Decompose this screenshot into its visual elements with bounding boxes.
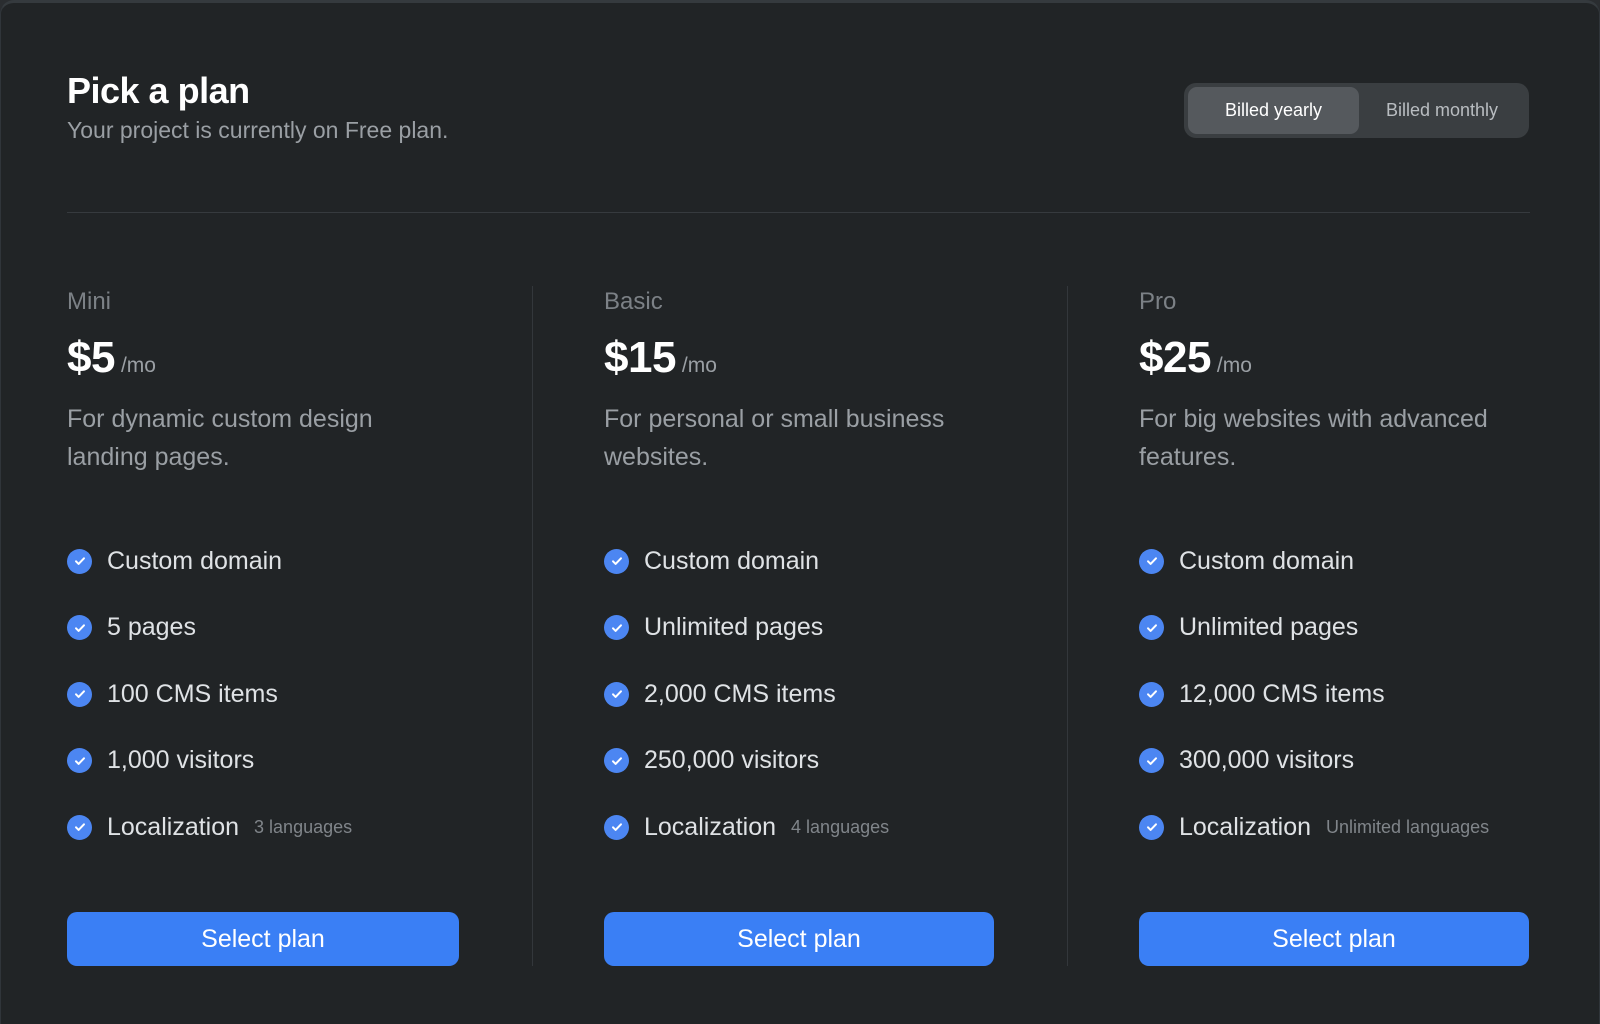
price-period: /mo bbox=[1216, 354, 1252, 377]
price-row: $15 /mo bbox=[604, 332, 994, 384]
feature-label: Custom domain bbox=[644, 546, 820, 575]
plan-price: $25 bbox=[1139, 333, 1211, 382]
feature-label: 2,000 CMS items bbox=[644, 679, 836, 708]
feature-item: Localization 3 languages bbox=[67, 812, 352, 842]
feature-note: 3 languages bbox=[254, 816, 353, 837]
feature-label: Unlimited pages bbox=[1179, 613, 1359, 641]
plan-card-pro: Pro $25 /mo For big websites with advanc… bbox=[1139, 286, 1531, 966]
price-period: /mo bbox=[681, 354, 717, 377]
column-divider bbox=[532, 286, 533, 966]
price-row: $5 /mo bbox=[67, 332, 427, 384]
feature-note: 4 languages bbox=[791, 816, 890, 837]
feature-label: 250,000 visitors bbox=[644, 746, 820, 774]
feature-item: 5 pages bbox=[67, 613, 352, 643]
feature-item: Localization Unlimited languages bbox=[1139, 812, 1489, 842]
feature-item: 1,000 visitors bbox=[67, 746, 352, 776]
check-icon bbox=[604, 548, 629, 574]
check-icon bbox=[1139, 615, 1164, 640]
header-divider bbox=[67, 212, 1530, 213]
feature-label: Localization bbox=[644, 812, 777, 841]
select-plan-button-basic[interactable]: Select plan bbox=[604, 912, 994, 966]
plan-price: $5 bbox=[67, 333, 115, 382]
feature-label: Custom domain bbox=[107, 546, 283, 575]
feature-item: Custom domain bbox=[1139, 546, 1489, 576]
feature-label: Custom domain bbox=[1179, 546, 1355, 575]
plan-price: $15 bbox=[604, 333, 676, 382]
feature-item: 2,000 CMS items bbox=[604, 679, 889, 709]
page-header: Pick a plan Your project is currently on… bbox=[67, 69, 448, 145]
feature-item: Unlimited pages bbox=[1139, 613, 1489, 643]
billed-yearly-option[interactable]: Billed yearly bbox=[1188, 87, 1359, 134]
feature-item: Localization 4 languages bbox=[604, 812, 889, 842]
feature-list: Custom domain Unlimited pages 12,000 CMS… bbox=[1139, 546, 1489, 879]
plan-name: Pro bbox=[1139, 288, 1177, 315]
pricing-panel: Pick a plan Your project is currently on… bbox=[0, 0, 1600, 1024]
billed-monthly-option[interactable]: Billed monthly bbox=[1359, 87, 1525, 134]
feature-list: Custom domain Unlimited pages 2,000 CMS … bbox=[604, 546, 889, 879]
price-row: $25 /mo bbox=[1139, 332, 1531, 384]
feature-item: 100 CMS items bbox=[67, 679, 352, 709]
check-icon bbox=[67, 748, 92, 773]
billing-toggle: Billed yearly Billed monthly bbox=[1184, 83, 1529, 138]
page-title: Pick a plan bbox=[67, 70, 250, 111]
check-icon bbox=[1139, 681, 1164, 707]
page-subtitle: Your project is currently on Free plan. bbox=[67, 117, 449, 143]
plan-card-basic: Basic $15 /mo For personal or small busi… bbox=[604, 286, 994, 966]
check-icon bbox=[604, 681, 629, 707]
select-plan-button-pro[interactable]: Select plan bbox=[1139, 912, 1529, 966]
feature-label: 5 pages bbox=[107, 613, 196, 641]
plan-name: Basic bbox=[604, 288, 663, 315]
feature-label: Localization bbox=[107, 812, 240, 841]
check-icon bbox=[1139, 548, 1164, 574]
feature-label: Localization bbox=[1179, 812, 1312, 841]
feature-label: 300,000 visitors bbox=[1179, 746, 1355, 774]
check-icon bbox=[604, 748, 629, 773]
check-icon bbox=[604, 814, 629, 840]
check-icon bbox=[67, 615, 92, 640]
select-plan-button-mini[interactable]: Select plan bbox=[67, 912, 459, 966]
feature-label: 12,000 CMS items bbox=[1179, 679, 1385, 708]
check-icon bbox=[67, 814, 92, 840]
feature-item: 300,000 visitors bbox=[1139, 746, 1489, 776]
feature-item: Unlimited pages bbox=[604, 613, 889, 643]
feature-label: 1,000 visitors bbox=[107, 746, 255, 774]
plan-description: For personal or small business websites. bbox=[604, 405, 945, 471]
check-icon bbox=[67, 548, 92, 574]
price-period: /mo bbox=[120, 354, 156, 377]
check-icon bbox=[67, 681, 92, 707]
feature-item: 12,000 CMS items bbox=[1139, 679, 1489, 709]
feature-item: 250,000 visitors bbox=[604, 746, 889, 776]
plan-card-mini: Mini $5 /mo For dynamic custom design la… bbox=[67, 286, 459, 966]
column-divider bbox=[1067, 286, 1068, 966]
plan-description: For dynamic custom design landing pages. bbox=[67, 405, 373, 471]
feature-note: Unlimited languages bbox=[1326, 816, 1490, 837]
check-icon bbox=[1139, 814, 1164, 840]
plan-name: Mini bbox=[67, 288, 112, 315]
feature-item: Custom domain bbox=[67, 546, 352, 576]
check-icon bbox=[604, 615, 629, 640]
plan-description: For big websites with advanced features. bbox=[1139, 405, 1488, 471]
feature-label: 100 CMS items bbox=[107, 679, 278, 708]
check-icon bbox=[1139, 748, 1164, 773]
feature-label: Unlimited pages bbox=[644, 613, 824, 641]
feature-list: Custom domain 5 pages 100 CMS items 1,00… bbox=[67, 546, 352, 879]
feature-item: Custom domain bbox=[604, 546, 889, 576]
